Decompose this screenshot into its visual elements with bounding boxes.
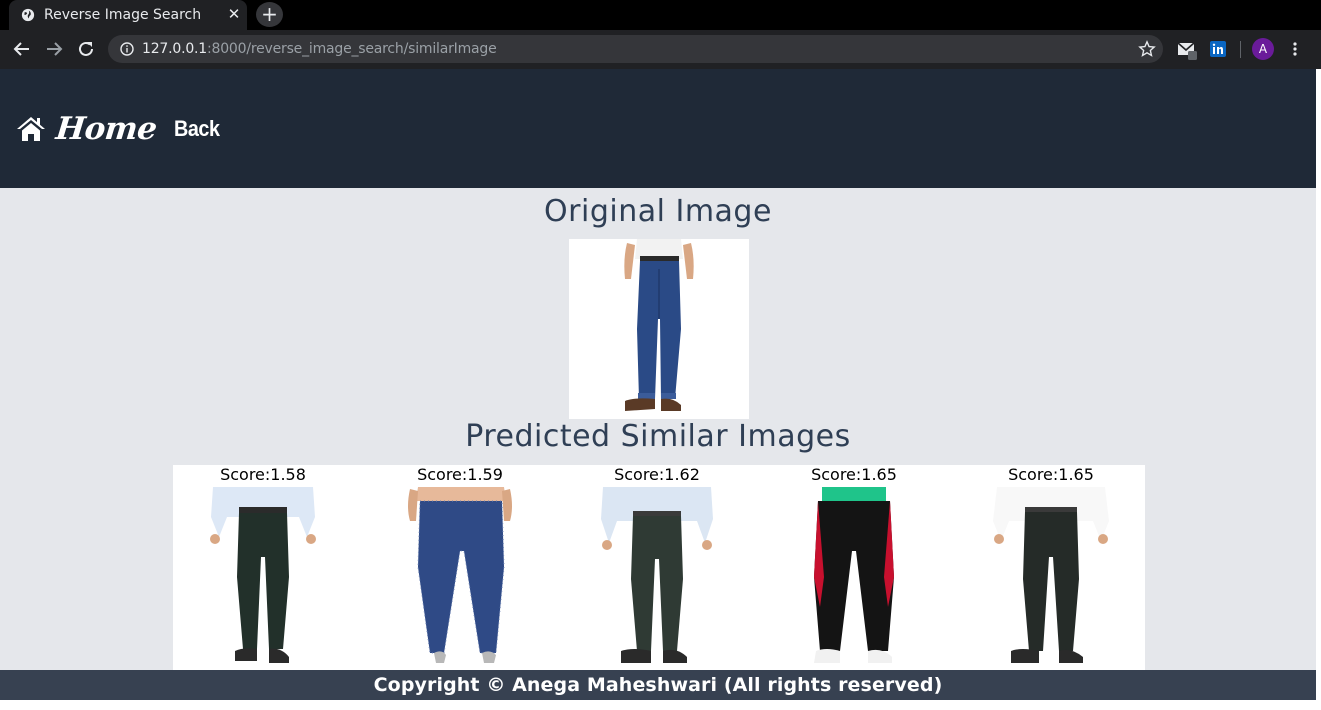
address-bar[interactable]: 127.0.0.1:8000/reverse_image_search/simi… bbox=[108, 35, 1163, 63]
forward-arrow-icon[interactable] bbox=[44, 39, 64, 59]
tab-close-icon[interactable]: ✕ bbox=[225, 5, 243, 23]
url-path: :8000/reverse_image_search/similarImage bbox=[207, 41, 497, 57]
original-image-title: Original Image bbox=[544, 194, 772, 229]
url-text[interactable]: 127.0.0.1:8000/reverse_image_search/simi… bbox=[142, 41, 497, 57]
result-card: Score:1.62 bbox=[567, 465, 747, 670]
result-card: Score:1.59 bbox=[370, 465, 550, 670]
result-image bbox=[408, 487, 512, 663]
similarity-score: Score:1.65 bbox=[811, 465, 897, 484]
home-label: Home bbox=[54, 111, 159, 147]
copyright-text: Copyright © Anega Maheshwari (All rights… bbox=[373, 674, 943, 696]
similarity-score: Score:1.59 bbox=[417, 465, 503, 484]
result-card: Score:1.65 bbox=[764, 465, 944, 670]
home-icon bbox=[17, 117, 45, 141]
similar-results-grid: Score:1.58 Score:1.59 Score:1.62 Score:1… bbox=[173, 465, 1145, 670]
similar-images-title: Predicted Similar Images bbox=[465, 419, 851, 454]
profile-avatar[interactable]: A bbox=[1252, 38, 1274, 60]
bookmark-star-icon[interactable] bbox=[1138, 40, 1156, 58]
browser-tab[interactable]: Reverse Image Search ✕ bbox=[9, 0, 247, 30]
reload-icon[interactable] bbox=[76, 39, 96, 59]
globe-icon bbox=[21, 8, 35, 22]
scrollbar-gutter bbox=[1316, 69, 1321, 710]
kebab-menu-icon[interactable] bbox=[1288, 41, 1302, 57]
mail-extension-icon[interactable] bbox=[1177, 41, 1199, 61]
back-arrow-icon[interactable] bbox=[12, 39, 32, 59]
page: Home Back Original Image Predicted Simil bbox=[0, 69, 1321, 710]
footer: Copyright © Anega Maheshwari (All rights… bbox=[0, 670, 1316, 700]
tab-title: Reverse Image Search bbox=[44, 7, 202, 23]
result-image bbox=[601, 487, 713, 663]
tab-strip: Reverse Image Search ✕ + bbox=[0, 0, 1321, 30]
similarity-score: Score:1.62 bbox=[614, 465, 700, 484]
browser-toolbar: 127.0.0.1:8000/reverse_image_search/simi… bbox=[0, 30, 1321, 69]
back-link[interactable]: Back bbox=[174, 116, 220, 142]
similarity-score: Score:1.65 bbox=[1008, 465, 1094, 484]
result-card: Score:1.65 bbox=[961, 465, 1141, 670]
similarity-score: Score:1.58 bbox=[220, 465, 306, 484]
result-card: Score:1.58 bbox=[173, 465, 353, 670]
url-host: 127.0.0.1 bbox=[142, 41, 207, 57]
info-icon[interactable] bbox=[120, 42, 134, 56]
original-image bbox=[569, 239, 749, 419]
result-image bbox=[993, 487, 1109, 663]
result-image bbox=[210, 487, 316, 663]
linkedin-icon[interactable] bbox=[1210, 41, 1226, 57]
navbar: Home Back bbox=[0, 69, 1316, 188]
main-content: Original Image Predicted Similar Images bbox=[0, 188, 1316, 670]
new-tab-button[interactable]: + bbox=[256, 2, 283, 27]
toolbar-separator bbox=[1240, 41, 1241, 58]
result-image bbox=[814, 487, 894, 663]
home-link[interactable]: Home bbox=[16, 111, 159, 147]
